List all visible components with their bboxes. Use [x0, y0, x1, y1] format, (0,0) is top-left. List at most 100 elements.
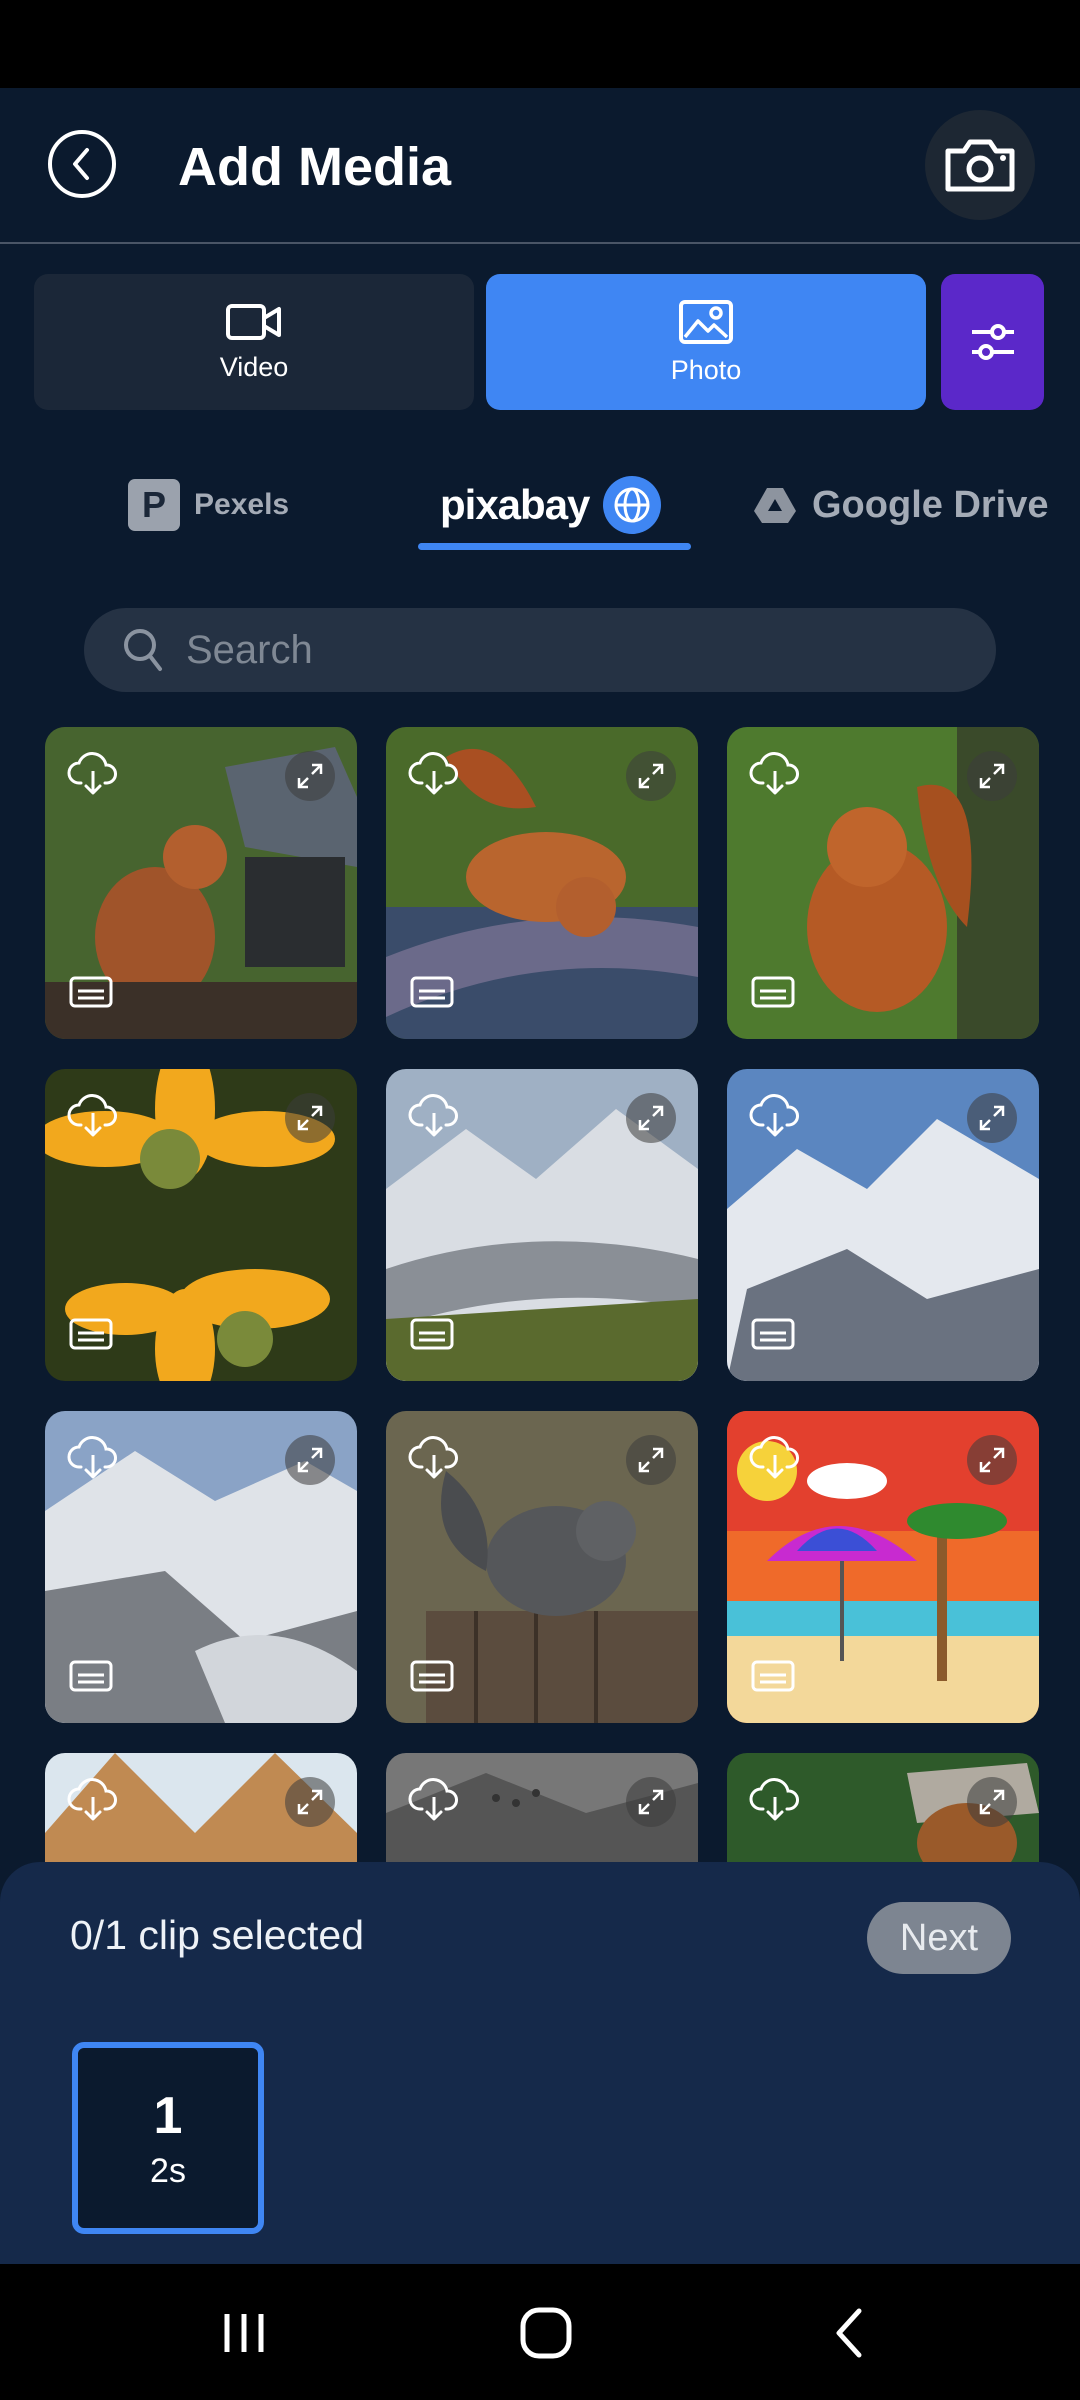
header-divider — [0, 242, 1080, 244]
media-tile[interactable] — [386, 1753, 698, 1862]
expand-icon — [979, 763, 1005, 789]
selection-status: 0/1 clip selected — [70, 1912, 365, 1958]
expand-button[interactable] — [626, 1777, 676, 1827]
cloud-download-icon — [749, 752, 799, 795]
caption-badge — [69, 976, 113, 1013]
media-tile[interactable] — [45, 727, 357, 1039]
media-tile[interactable] — [45, 1753, 357, 1862]
download-button[interactable] — [749, 751, 801, 802]
subtitles-icon — [410, 1318, 454, 1350]
status-bar — [0, 0, 1080, 88]
expand-icon — [638, 1789, 664, 1815]
cloud-download-icon — [408, 752, 458, 795]
download-button[interactable] — [67, 1435, 119, 1486]
home-button[interactable] — [511, 2298, 581, 2368]
video-type-button[interactable]: Video — [34, 274, 474, 410]
media-tile[interactable] — [727, 727, 1039, 1039]
expand-button[interactable] — [285, 1093, 335, 1143]
expand-icon — [638, 1447, 664, 1473]
subtitles-icon — [410, 976, 454, 1008]
expand-icon — [638, 763, 664, 789]
expand-button[interactable] — [967, 751, 1017, 801]
tab-pexels-label: Pexels — [194, 488, 290, 521]
tab-pexels[interactable]: P Pexels — [128, 470, 289, 540]
media-tile[interactable] — [727, 1753, 1039, 1862]
video-type-label: Video — [219, 351, 289, 382]
globe-icon — [603, 476, 662, 534]
expand-button[interactable] — [285, 751, 335, 801]
image-icon — [679, 299, 733, 344]
expand-button[interactable] — [285, 1435, 335, 1485]
photo-type-button[interactable]: Photo — [486, 274, 926, 410]
next-button[interactable]: Next — [867, 1902, 1011, 1974]
tab-google-drive[interactable]: Google Drive — [752, 470, 1049, 540]
page-title: Add Media — [178, 137, 452, 197]
download-button[interactable] — [408, 751, 460, 802]
download-button[interactable] — [67, 751, 119, 802]
tab-pixabay-label: pixabay — [440, 481, 590, 528]
system-nav-bar — [0, 2264, 1080, 2400]
cloud-download-icon — [749, 1094, 799, 1137]
selection-panel: 0/1 clip selected Next 1 2s — [0, 1862, 1080, 2264]
expand-icon — [638, 1105, 664, 1131]
expand-button[interactable] — [626, 751, 676, 801]
recent-apps-button[interactable] — [209, 2298, 279, 2368]
media-tile[interactable] — [727, 1411, 1039, 1723]
media-tile[interactable] — [45, 1069, 357, 1381]
download-button[interactable] — [408, 1093, 460, 1144]
download-button[interactable] — [67, 1093, 119, 1144]
chevron-left-icon — [73, 148, 89, 180]
caption-badge — [69, 1660, 113, 1697]
caption-badge — [69, 1318, 113, 1355]
expand-button[interactable] — [626, 1435, 676, 1485]
download-button[interactable] — [67, 1777, 119, 1828]
media-grid[interactable] — [0, 725, 1080, 1862]
cloud-download-icon — [749, 1778, 799, 1821]
expand-button[interactable] — [967, 1777, 1017, 1827]
caption-badge — [751, 1318, 795, 1355]
expand-button[interactable] — [967, 1093, 1017, 1143]
expand-button[interactable] — [967, 1435, 1017, 1485]
expand-button[interactable] — [626, 1093, 676, 1143]
download-button[interactable] — [749, 1777, 801, 1828]
expand-icon — [297, 763, 323, 789]
tab-pixabay[interactable]: pixabay — [440, 470, 662, 540]
subtitles-icon — [69, 1660, 113, 1692]
cloud-download-icon — [67, 752, 117, 795]
filter-button[interactable] — [941, 274, 1044, 410]
camera-button[interactable] — [925, 110, 1035, 220]
back-arrow-icon — [836, 2308, 862, 2358]
media-tile[interactable] — [386, 1411, 698, 1723]
caption-badge — [751, 976, 795, 1013]
nav-back-button[interactable] — [814, 2298, 884, 2368]
sliders-icon — [971, 324, 1014, 360]
caption-badge — [751, 1660, 795, 1697]
download-button[interactable] — [749, 1093, 801, 1144]
header: Add Media — [0, 88, 1080, 243]
subtitles-icon — [410, 1660, 454, 1692]
caption-badge — [410, 1660, 454, 1697]
clip-slot[interactable]: 1 2s — [72, 2042, 264, 2234]
media-tile[interactable] — [386, 1069, 698, 1381]
download-button[interactable] — [408, 1435, 460, 1486]
download-button[interactable] — [749, 1435, 801, 1486]
back-button[interactable] — [48, 130, 116, 198]
clip-number: 1 — [153, 2086, 183, 2145]
active-tab-indicator — [418, 543, 691, 550]
expand-icon — [979, 1789, 1005, 1815]
expand-icon — [979, 1105, 1005, 1131]
download-button[interactable] — [408, 1777, 460, 1828]
media-tile[interactable] — [45, 1411, 357, 1723]
caption-badge — [410, 1318, 454, 1355]
subtitles-icon — [69, 976, 113, 1008]
search-bar[interactable] — [84, 608, 996, 692]
google-drive-icon — [754, 488, 796, 523]
expand-icon — [297, 1789, 323, 1815]
media-tile[interactable] — [386, 727, 698, 1039]
expand-button[interactable] — [285, 1777, 335, 1827]
photo-type-label: Photo — [670, 354, 742, 385]
media-tile[interactable] — [727, 1069, 1039, 1381]
search-input[interactable] — [184, 626, 968, 674]
subtitles-icon — [751, 976, 795, 1008]
subtitles-icon — [751, 1318, 795, 1350]
